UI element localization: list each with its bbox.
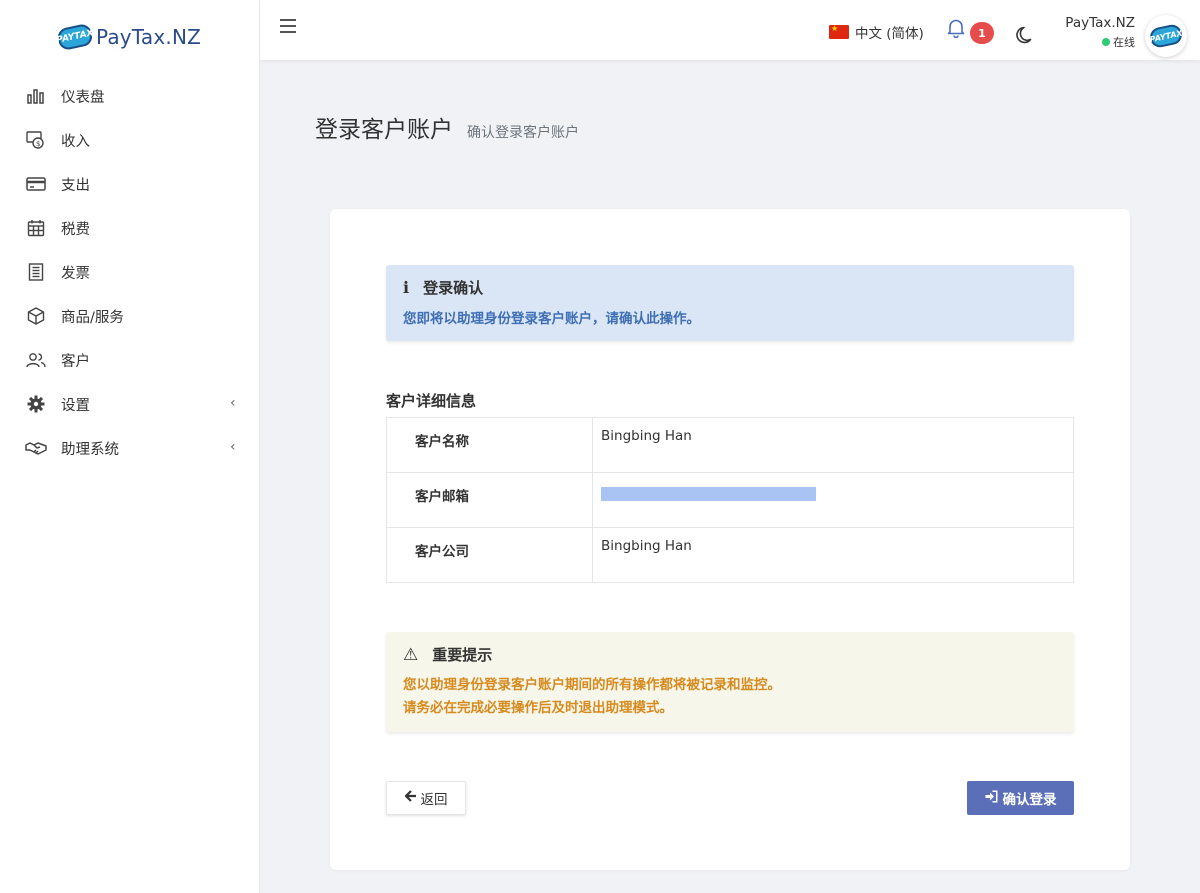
table-row: 客户名称 Bingbing Han (386, 417, 1074, 473)
svg-text:$: $ (36, 140, 40, 148)
chevron-left-icon: ‹ (230, 439, 236, 455)
language-label: 中文 (简体) (855, 26, 924, 42)
sign-in-icon (985, 790, 998, 807)
users-icon (25, 351, 47, 369)
arrow-left-icon (404, 790, 417, 806)
brand[interactable]: PAYTAX PayTax.NZ (0, 0, 259, 74)
bar-chart-icon (25, 87, 47, 105)
sidebar-item-products[interactable]: 商品/服务 (0, 294, 259, 338)
sidebar-item-label: 助理系统 (61, 441, 119, 458)
back-label: 返回 (420, 792, 448, 808)
warning-line-1: 您以助理身份登录客户账户期间的所有操作都将被记录和监控。 (403, 677, 781, 693)
invoice-icon (25, 263, 47, 281)
page-title: 登录客户账户 (315, 117, 453, 143)
chevron-left-icon: ‹ (230, 395, 236, 411)
handshake-icon (25, 439, 47, 457)
menu-toggle-icon[interactable] (280, 19, 296, 35)
topbar: 中文 (简体) 1 PayTax.NZ 在线 PAYTAX (260, 0, 1200, 60)
sidebar-item-label: 收入 (61, 133, 90, 150)
back-button[interactable]: 返回 (386, 781, 466, 815)
customer-details-table: 客户名称 Bingbing Han 客户邮箱 客户公司 Bingbing Han (386, 417, 1074, 583)
sidebar-item-dashboard[interactable]: 仪表盘 (0, 74, 259, 118)
calendar-icon (25, 219, 47, 237)
customer-email-value (592, 472, 1074, 528)
moon-icon[interactable] (1016, 25, 1036, 49)
sidebar-item-invoice[interactable]: 发票 (0, 250, 259, 294)
sidebar: PAYTAX PayTax.NZ 仪表盘 $ 收入 支出 税费 发票 商品/服务… (0, 0, 260, 893)
confirm-login-button[interactable]: 确认登录 (967, 781, 1074, 815)
sidebar-item-label: 商品/服务 (61, 309, 124, 326)
money-in-icon: $ (25, 131, 47, 149)
warning-line-2: 请务必在完成必要操作后及时退出助理模式。 (403, 700, 673, 716)
customer-company-label: 客户公司 (386, 527, 593, 583)
warning-alert-heading: 重要提示 (432, 646, 493, 664)
warning-alert-title: ⚠ 重要提示 (403, 644, 1057, 665)
online-dot-icon (1102, 38, 1110, 46)
customer-name-label: 客户名称 (386, 417, 593, 473)
user-info[interactable]: PayTax.NZ 在线 (1065, 15, 1135, 50)
sidebar-item-assistant[interactable]: 助理系统 ‹ (0, 426, 259, 470)
credit-card-icon (25, 175, 47, 193)
user-status: 在线 (1065, 34, 1135, 50)
info-icon: ℹ (403, 278, 410, 297)
avatar-logo: PAYTAX (1148, 22, 1184, 50)
info-alert-heading: 登录确认 (423, 279, 484, 297)
user-status-label: 在线 (1113, 36, 1135, 49)
sidebar-item-label: 设置 (61, 397, 90, 414)
gear-icon (25, 395, 47, 413)
sidebar-item-label: 支出 (61, 177, 90, 194)
page-subtitle: 确认登录客户账户 (467, 125, 579, 141)
sidebar-item-customers[interactable]: 客户 (0, 338, 259, 382)
brand-name: PayTax.NZ (95, 25, 202, 49)
warning-icon: ⚠ (403, 644, 419, 665)
sidebar-item-label: 税费 (61, 221, 90, 238)
notification-badge[interactable]: 1 (970, 22, 994, 44)
avatar[interactable]: PAYTAX (1145, 15, 1187, 57)
info-alert: ℹ 登录确认 您即将以助理身份登录客户账户，请确认此操作。 (386, 265, 1074, 341)
warning-alert: ⚠ 重要提示 您以助理身份登录客户账户期间的所有操作都将被记录和监控。 请务必在… (386, 632, 1074, 732)
confirm-login-label: 确认登录 (1002, 792, 1057, 808)
user-name: PayTax.NZ (1065, 15, 1135, 31)
page-header: 登录客户账户 确认登录客户账户 (315, 110, 579, 144)
confirm-card: ℹ 登录确认 您即将以助理身份登录客户账户，请确认此操作。 客户详细信息 客户名… (330, 209, 1130, 870)
details-title: 客户详细信息 (386, 392, 477, 410)
sidebar-item-income[interactable]: $ 收入 (0, 118, 259, 162)
language-selector[interactable]: 中文 (简体) (829, 22, 924, 42)
box-icon (25, 307, 47, 325)
customer-company-value: Bingbing Han (592, 527, 1074, 583)
table-row: 客户公司 Bingbing Han (386, 527, 1074, 583)
warning-alert-text: 您以助理身份登录客户账户期间的所有操作都将被记录和监控。 请务必在完成必要操作后… (403, 674, 1057, 720)
sidebar-item-expense[interactable]: 支出 (0, 162, 259, 206)
china-flag-icon (829, 24, 849, 39)
table-row: 客户邮箱 (386, 472, 1074, 528)
sidebar-nav: 仪表盘 $ 收入 支出 税费 发票 商品/服务 客户 设置 ‹ 助理系统 ‹ (0, 74, 259, 470)
sidebar-item-settings[interactable]: 设置 ‹ (0, 382, 259, 426)
bell-icon[interactable] (946, 18, 966, 42)
info-alert-text: 您即将以助理身份登录客户账户，请确认此操作。 (403, 311, 700, 327)
redacted-email (601, 487, 816, 501)
customer-email-label: 客户邮箱 (386, 472, 593, 528)
sidebar-item-label: 发票 (61, 265, 90, 282)
brand-logo: PAYTAX (56, 22, 94, 52)
sidebar-item-label: 仪表盘 (61, 89, 105, 106)
customer-name-value: Bingbing Han (592, 417, 1074, 473)
sidebar-item-label: 客户 (61, 353, 90, 370)
info-alert-title: ℹ 登录确认 (403, 277, 1057, 298)
sidebar-item-tax[interactable]: 税费 (0, 206, 259, 250)
